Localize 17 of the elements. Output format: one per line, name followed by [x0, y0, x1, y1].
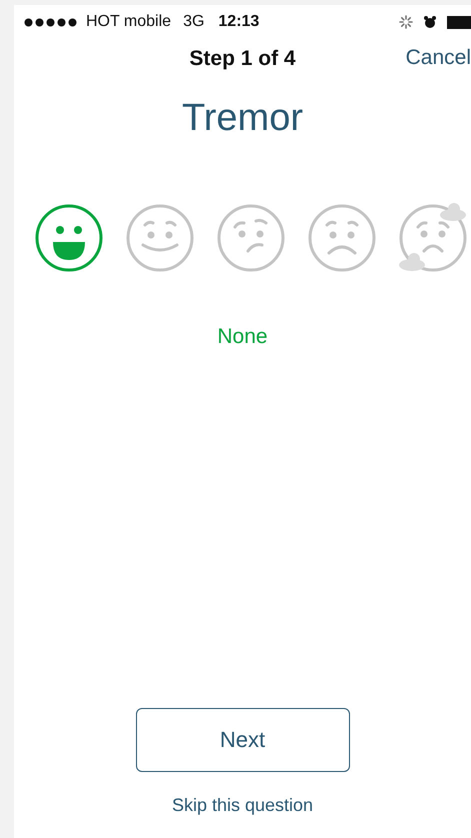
battery-icon [447, 16, 471, 28]
carrier-name: HOT mobile [86, 13, 172, 31]
sad-face-icon[interactable] [307, 203, 377, 273]
confused-face-icon[interactable] [216, 203, 286, 273]
network-type: 3G [183, 13, 204, 31]
status-time: 12:13 [218, 13, 260, 31]
skip-link[interactable]: Skip this question [172, 795, 314, 816]
grin-face-icon[interactable] [34, 203, 104, 273]
answer-label: None [217, 325, 268, 349]
question-title: Tremor [182, 97, 304, 140]
alarm-icon [423, 15, 437, 29]
cloudy-face-icon[interactable] [398, 203, 468, 273]
activity-icon [399, 15, 413, 29]
step-title: Step 1 of 4 [189, 47, 296, 71]
next-button[interactable]: Next [136, 708, 350, 772]
cancel-button[interactable]: Cancel [406, 46, 471, 70]
smile-face-icon[interactable] [125, 203, 195, 273]
